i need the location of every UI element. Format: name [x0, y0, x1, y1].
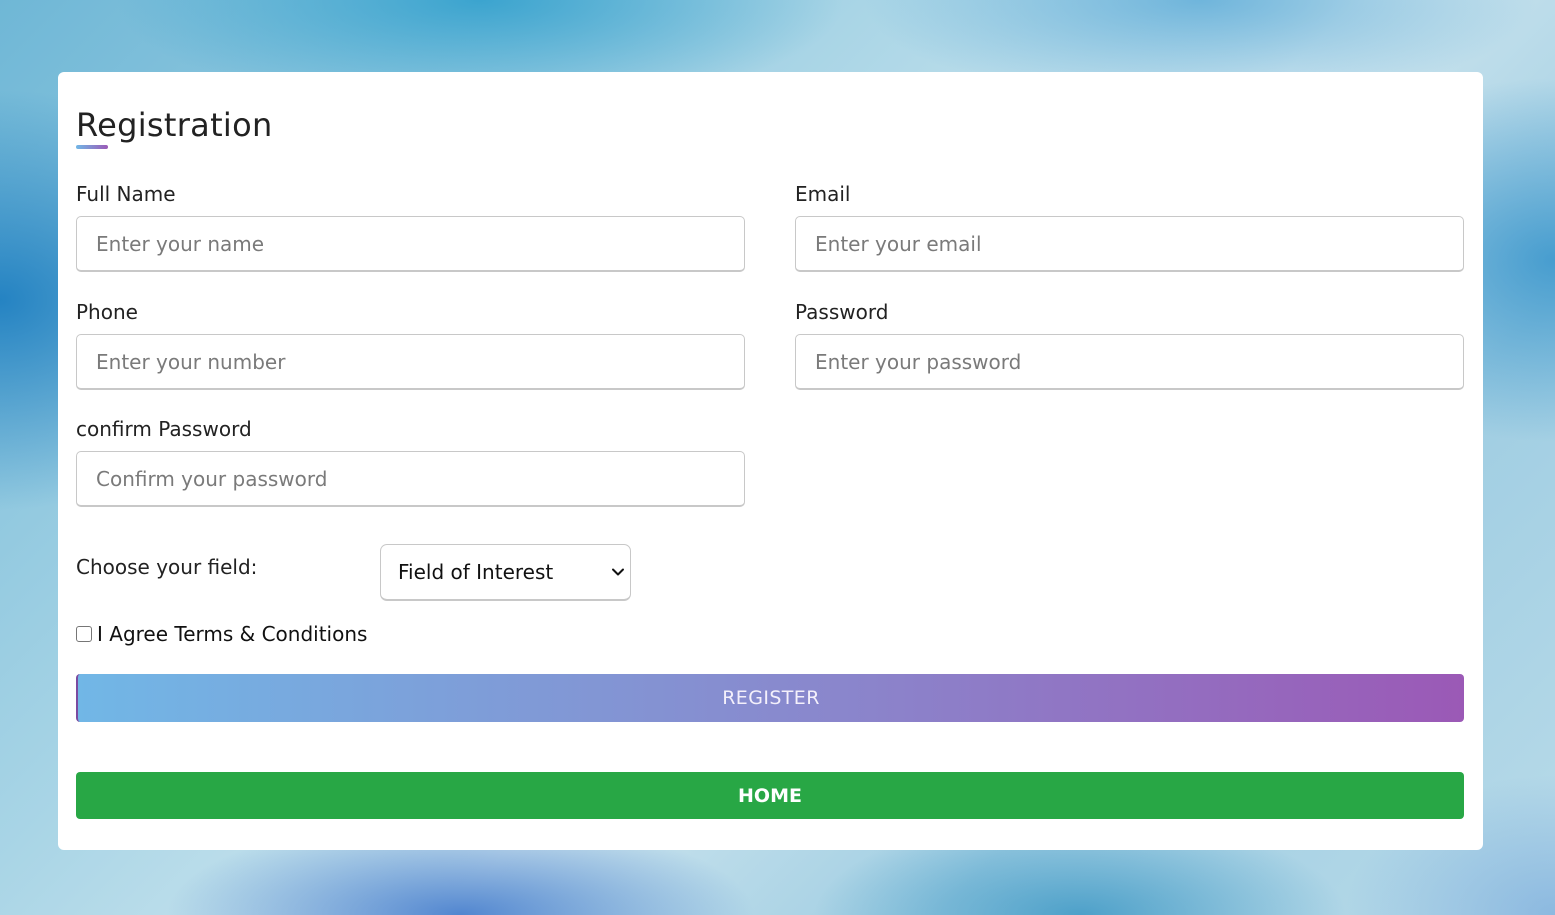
register-button[interactable]: REGISTER: [76, 674, 1464, 722]
chevron-down-icon: [612, 568, 624, 576]
field-select-value: Field of Interest: [398, 560, 554, 584]
phone-input[interactable]: [76, 334, 745, 390]
email-input[interactable]: [795, 216, 1464, 272]
phone-label: Phone: [76, 300, 138, 324]
registration-card: Registration Full Name Email Phone Passw…: [58, 72, 1483, 850]
full-name-input[interactable]: [76, 216, 745, 272]
terms-label[interactable]: I Agree Terms & Conditions: [97, 622, 367, 646]
field-select-label: Choose your field:: [76, 555, 258, 579]
confirm-password-label: confirm Password: [76, 417, 252, 441]
field-of-interest-select[interactable]: Field of Interest: [380, 544, 631, 601]
home-button[interactable]: HOME: [76, 772, 1464, 819]
password-label: Password: [795, 300, 889, 324]
title-underline: [76, 145, 108, 149]
password-input[interactable]: [795, 334, 1464, 390]
terms-row: I Agree Terms & Conditions: [76, 622, 367, 646]
confirm-password-input[interactable]: [76, 451, 745, 507]
email-label: Email: [795, 182, 851, 206]
page-title: Registration: [76, 106, 273, 144]
terms-checkbox[interactable]: [76, 626, 92, 642]
full-name-label: Full Name: [76, 182, 176, 206]
